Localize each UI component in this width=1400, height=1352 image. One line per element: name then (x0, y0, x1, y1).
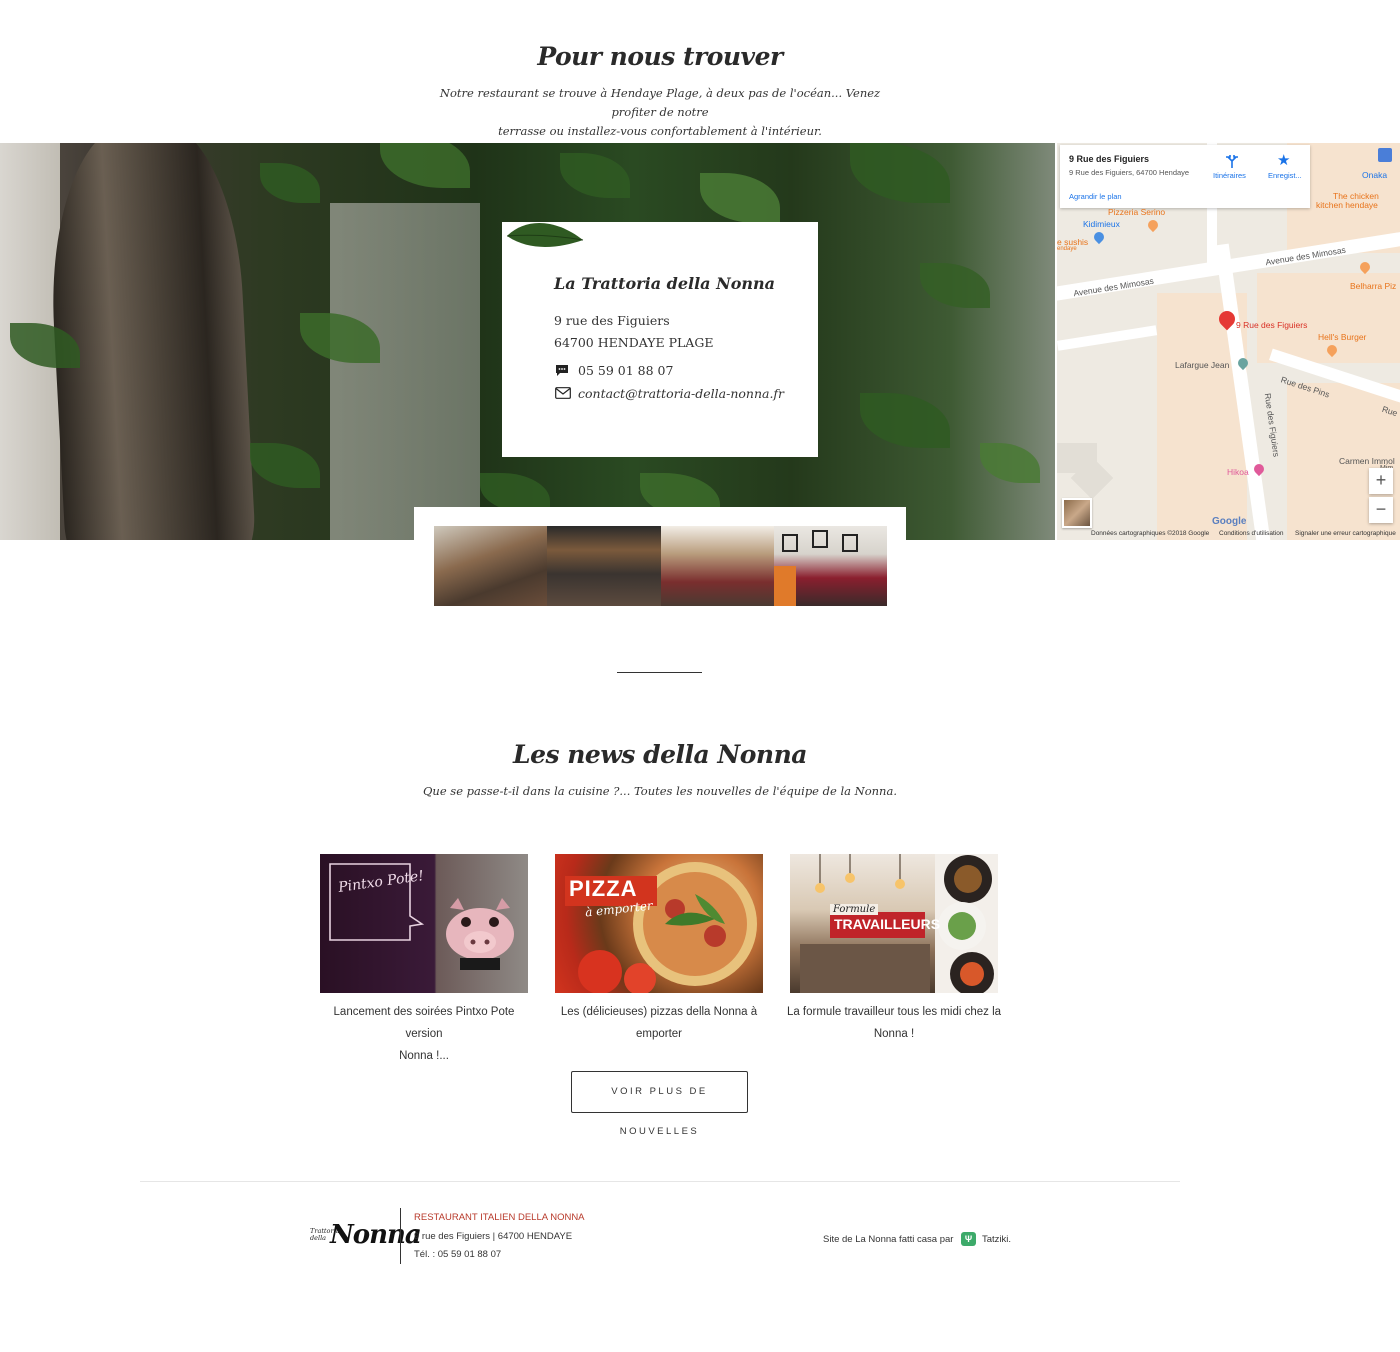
footer-credit-link[interactable]: Tatziki. (982, 1234, 1011, 1245)
frame-decoration (812, 530, 828, 548)
restaurant-name: La Trattoria della Nonna (554, 274, 776, 293)
footer-restaurant-name: RESTAURANT ITALIEN DELLA NONNA (414, 1212, 585, 1223)
satellite-toggle-button[interactable] (1062, 498, 1092, 528)
enlarge-map-link[interactable]: Agrandir le plan (1069, 192, 1122, 201)
section-subtitle-find-us: Notre restaurant se trouve à Hendaye Pla… (430, 84, 890, 141)
zoom-out-button[interactable]: − (1369, 497, 1393, 523)
map-label-chicken-2: kitchen hendaye (1316, 200, 1378, 210)
news-caption-line[interactable]: La formule travailleur tous les midi che… (784, 1001, 1004, 1023)
section-divider (617, 672, 702, 673)
gallery-thumbnail[interactable] (434, 526, 547, 606)
gallery-thumbnail[interactable] (547, 526, 661, 606)
map-place-address: 9 Rue des Figuiers, 64700 Hendaye (1069, 168, 1190, 177)
city-address: 64700 HENDAYE PLAGE (554, 335, 714, 350)
section-subtitle-news: Que se passe-t-il dans la cuisine ?... T… (423, 784, 897, 798)
map-label-onaka: Onaka (1362, 170, 1388, 180)
logo-wordmark: Nonna (330, 1220, 422, 1250)
map-report-link[interactable]: Signaler une erreur cartographique (1295, 530, 1396, 537)
news-caption-line[interactable]: Les (délicieuses) pizzas della Nonna à (549, 1001, 769, 1023)
directions-icon[interactable] (1225, 154, 1239, 168)
map-terms-link[interactable]: Conditions d'utilisation (1219, 530, 1283, 537)
map-place-title: 9 Rue des Figuiers (1069, 154, 1150, 164)
map-pin-label: 9 Rue des Figuiers (1236, 320, 1308, 330)
map-label-hikoa: Hikoa (1227, 467, 1249, 477)
news-image-caption: TRAVAILLEURS (834, 916, 941, 932)
news-image-caption: Formule (830, 904, 879, 915)
logo-subtext: Trattoria della (310, 1227, 340, 1242)
footer-credit-text: Site de La Nonna fatti casa par (823, 1234, 954, 1245)
news-image-pizza[interactable]: PIZZA à emporter (555, 854, 763, 993)
directions-button[interactable]: Itinéraires (1213, 171, 1246, 180)
zoom-in-button[interactable]: + (1369, 468, 1393, 494)
footer-vertical-divider (400, 1208, 401, 1264)
frame-decoration (782, 534, 798, 552)
news-caption-line[interactable]: Lancement des soirées Pintxo Pote versio… (314, 1001, 534, 1045)
gallery-detail (774, 566, 796, 606)
phone-number[interactable]: 05 59 01 88 07 (578, 363, 673, 378)
map-label-hells-burger: Hell's Burger (1318, 332, 1367, 342)
map-label-pizzeria: Pizzeria Serino (1108, 207, 1166, 217)
user-icon[interactable] (1378, 148, 1392, 162)
more-news-button[interactable]: VOIR PLUS DE NOUVELLES (571, 1071, 748, 1137)
map-label-belharra: Belharra Piz (1350, 281, 1397, 291)
map-label-kidimieux: Kidimieux (1083, 219, 1120, 229)
news-caption-line[interactable]: emporter (549, 1023, 769, 1045)
footer-address: 9 rue des Figuiers | 64700 HENDAYE (414, 1231, 573, 1242)
nonna-logo[interactable]: Trattoria della Nonna (310, 1214, 422, 1264)
news-caption-line[interactable]: Nonna ! (784, 1023, 1004, 1045)
frame-decoration (842, 534, 858, 552)
section-title-find-us: Pour nous trouver (537, 42, 783, 71)
leaf-decoration-icon (506, 222, 584, 247)
news-caption[interactable]: La formule travailleur tous les midi che… (784, 1001, 1004, 1045)
tatziki-logo-icon[interactable]: Ψ (961, 1232, 976, 1246)
news-image-caption: PIZZA (569, 876, 638, 901)
street-address: 9 rue des Figuiers (554, 313, 670, 328)
star-icon[interactable]: ★ (1277, 151, 1290, 169)
map-label-sushis-2: endaye (1057, 246, 1077, 252)
section-title-news: Les news della Nonna (512, 740, 808, 769)
news-caption-line[interactable]: Nonna !... (314, 1045, 534, 1067)
email-link[interactable]: contact@trattoria-della-nonna.fr (578, 386, 784, 401)
map-data-credit: Données cartographiques ©2018 Google (1091, 530, 1210, 537)
subtitle-line: terrasse ou installez-vous confortableme… (498, 124, 822, 138)
footer-phone[interactable]: Tél. : 05 59 01 88 07 (414, 1249, 501, 1260)
news-image-pintxo[interactable]: Pintxo Pote! (320, 854, 528, 993)
news-caption[interactable]: Les (délicieuses) pizzas della Nonna à e… (549, 1001, 769, 1045)
gallery-thumbnail[interactable] (661, 526, 774, 606)
subtitle-line: Notre restaurant se trouve à Hendaye Pla… (439, 86, 881, 119)
envelope-icon (555, 387, 571, 399)
save-place-button[interactable]: Enregist... (1268, 171, 1302, 180)
news-caption[interactable]: Lancement des soirées Pintxo Pote versio… (314, 1001, 534, 1067)
footer-divider (140, 1181, 1180, 1182)
map-label-lafargue: Lafargue Jean (1175, 360, 1230, 370)
news-image-formule[interactable]: Formule TRAVAILLEURS (790, 854, 998, 993)
google-logo: Google (1212, 516, 1247, 527)
chat-bubble-icon (556, 365, 568, 376)
